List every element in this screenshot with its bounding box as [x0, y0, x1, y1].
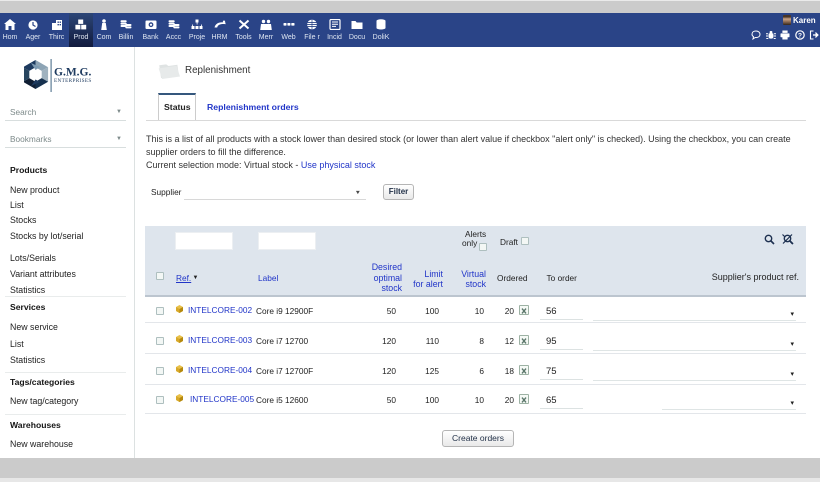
svg-text:ENTERPRISES: ENTERPRISES — [54, 78, 92, 84]
svg-text:G.M.G.: G.M.G. — [54, 67, 91, 79]
svg-text:?: ? — [798, 32, 802, 39]
